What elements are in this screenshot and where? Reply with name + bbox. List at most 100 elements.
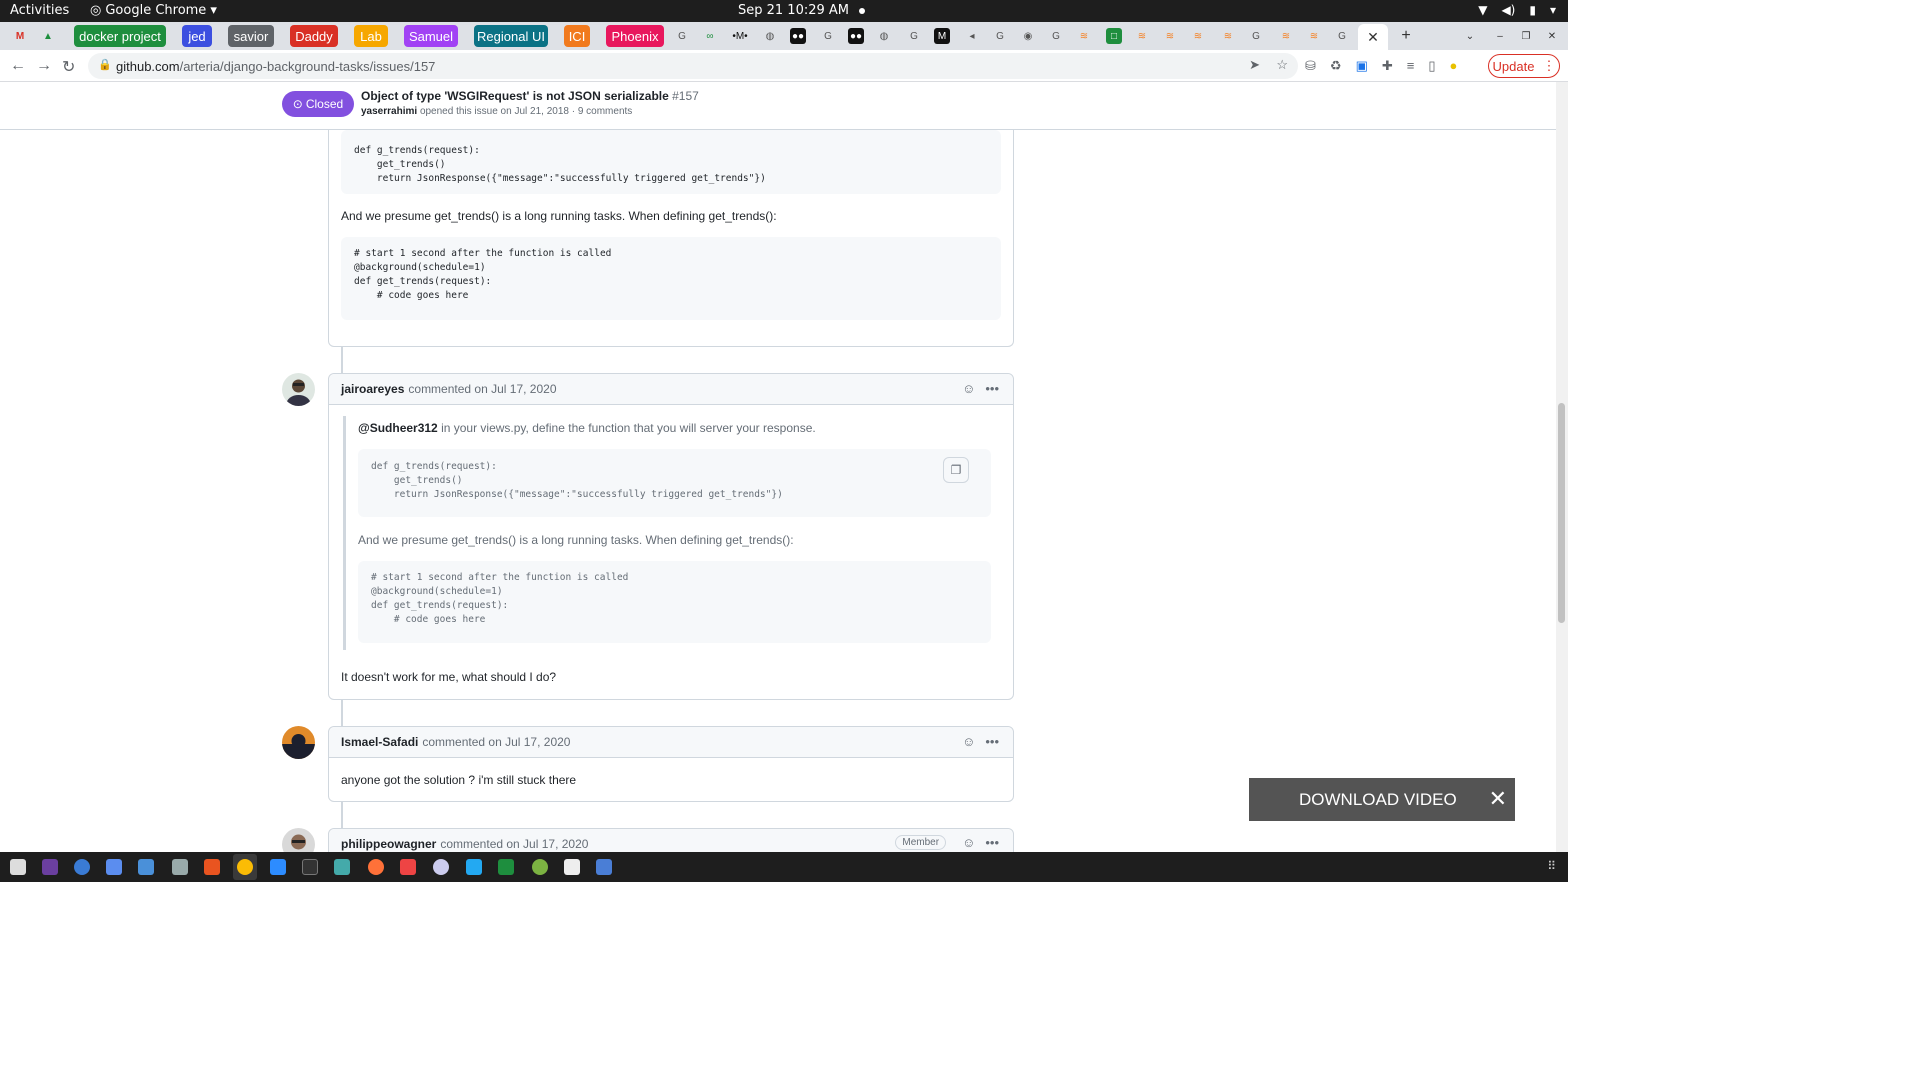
url-field[interactable]: 🔒 github.com/arteria/django-background-t… [88, 53, 1298, 79]
vscode-icon[interactable] [466, 859, 482, 875]
drive-icon[interactable]: ▲ [40, 28, 56, 44]
reload-icon[interactable]: ↻ [62, 57, 75, 77]
comment-timestamp[interactable]: commented on Jul 17, 2020 [422, 735, 570, 749]
emoji-reaction-icon[interactable]: ☺ [962, 734, 975, 749]
extension-badge-icon[interactable]: ▣ [1356, 58, 1368, 74]
scrollbar-thumb[interactable] [1558, 403, 1565, 623]
bookmark-docker-project[interactable]: docker project [74, 25, 166, 47]
google-icon[interactable]: G [906, 28, 922, 44]
avatar[interactable] [282, 828, 315, 852]
new-tab-icon[interactable]: + [1398, 27, 1414, 44]
files-icon[interactable] [10, 859, 26, 875]
app-menu[interactable]: ◎ Google Chrome ▾ [90, 3, 217, 18]
bookmark-regional-ui[interactable]: Regional UI [474, 25, 548, 47]
software-center-icon[interactable] [204, 859, 220, 875]
globe-icon[interactable]: ◍ [762, 28, 778, 44]
medium-tab-icon[interactable]: ●● [848, 28, 864, 44]
send-icon[interactable]: ➤ [1249, 57, 1260, 73]
chrome-icon[interactable] [237, 859, 253, 875]
bookmark-jed[interactable]: jed [182, 25, 212, 47]
bookmark-star-icon[interactable]: ☆ [1276, 57, 1288, 73]
google-icon[interactable]: G [992, 28, 1008, 44]
stackoverflow-icon[interactable]: ≋ [1306, 28, 1322, 44]
google-icon[interactable]: G [820, 28, 836, 44]
google-icon[interactable]: G [1248, 28, 1264, 44]
system-tray[interactable]: ▼ ◀) ▮ ▾ [1478, 3, 1556, 17]
puzzle-icon[interactable]: ✚ [1382, 58, 1393, 74]
avatar[interactable] [282, 373, 315, 406]
medium-tab-icon[interactable]: ●● [790, 28, 806, 44]
minimize-icon[interactable]: – [1492, 28, 1508, 44]
terminal-icon[interactable] [302, 859, 318, 875]
app-icon[interactable] [334, 859, 350, 875]
bookmark-ici[interactable]: ICI [564, 25, 590, 47]
more-horizontal-icon[interactable]: ••• [985, 835, 999, 850]
emoji-reaction-icon[interactable]: ☺ [962, 381, 975, 396]
user-mention[interactable]: @Sudheer312 [358, 421, 438, 435]
comment-author[interactable]: Ismael-Safadi [341, 735, 418, 749]
bookmark-samuel[interactable]: Samuel [404, 25, 458, 47]
close-window-icon[interactable]: ✕ [1544, 28, 1560, 44]
comment-timestamp[interactable]: commented on Jul 17, 2020 [440, 837, 588, 851]
show-apps-icon[interactable]: ⠿ [1547, 859, 1556, 873]
github-icon[interactable]: ◉ [1020, 28, 1036, 44]
comment-author[interactable]: philippeowagner [341, 837, 436, 851]
restore-icon[interactable]: ❐ [1518, 28, 1534, 44]
database-icon[interactable] [172, 859, 188, 875]
gmail-icon[interactable]: M [12, 28, 28, 44]
google-icon[interactable]: G [1334, 28, 1350, 44]
stackoverflow-icon[interactable]: ≋ [1220, 28, 1236, 44]
stackoverflow-icon[interactable]: ≋ [1190, 28, 1206, 44]
reading-list-icon[interactable]: ≡ [1407, 58, 1415, 74]
globe-icon[interactable]: ◍ [876, 28, 892, 44]
document-icon[interactable] [138, 859, 154, 875]
app-icon[interactable] [596, 859, 612, 875]
bookmark-daddy[interactable]: Daddy [290, 25, 338, 47]
stackoverflow-icon[interactable]: ≋ [1134, 28, 1150, 44]
app-icon[interactable] [564, 859, 580, 875]
forward-icon[interactable]: → [36, 57, 52, 75]
app-icon[interactable] [532, 859, 548, 875]
app-icon[interactable] [433, 859, 449, 875]
comment-timestamp[interactable]: commented on Jul 17, 2020 [408, 382, 556, 396]
copy-icon[interactable]: ❐ [943, 457, 969, 483]
clock[interactable]: Sep 21 10:29 AM [738, 3, 866, 18]
stackoverflow-icon[interactable]: ≋ [1162, 28, 1178, 44]
app-icon[interactable] [400, 859, 416, 875]
extension-icon[interactable]: ♻ [1330, 58, 1342, 74]
issue-title[interactable]: Object of type 'WSGIRequest' is not JSON… [361, 89, 699, 103]
profile-icon[interactable]: ● [1450, 58, 1458, 74]
active-tab[interactable]: ✕ [1358, 24, 1388, 50]
app-icon[interactable] [498, 859, 514, 875]
tab-search-icon[interactable]: ⌄ [1462, 28, 1478, 44]
medium-icon[interactable]: •M• [732, 28, 748, 44]
medium-m-icon[interactable]: M [934, 28, 950, 44]
bookmark-phoenix[interactable]: Phoenix [606, 25, 664, 47]
download-video-overlay[interactable]: DOWNLOAD VIDEO ✕ [1249, 778, 1515, 821]
extension-icon[interactable]: ⛁ [1305, 58, 1316, 74]
help-icon[interactable] [74, 859, 90, 875]
bookmark-savior[interactable]: savior [228, 25, 274, 47]
speaker-icon[interactable]: ◂ [964, 28, 980, 44]
more-horizontal-icon[interactable]: ••• [985, 734, 999, 749]
emoji-reaction-icon[interactable]: ☺ [962, 835, 975, 850]
app-icon[interactable] [106, 859, 122, 875]
infinity-icon[interactable]: ∞ [702, 28, 718, 44]
back-icon[interactable]: ← [10, 57, 26, 75]
postman-icon[interactable] [368, 859, 384, 875]
comment-author[interactable]: jairoareyes [341, 382, 404, 396]
zoom-icon[interactable] [270, 859, 286, 875]
more-horizontal-icon[interactable]: ••• [985, 381, 999, 396]
lock-icon[interactable]: 🔒 [98, 58, 112, 71]
close-icon[interactable]: ✕ [1489, 786, 1507, 812]
avatar[interactable] [282, 726, 315, 759]
bookmark-lab[interactable]: Lab [354, 25, 388, 47]
google-icon[interactable]: G [1048, 28, 1064, 44]
app-icon[interactable] [42, 859, 58, 875]
issue-author[interactable]: yaserrahimi [361, 106, 417, 117]
stackoverflow-icon[interactable]: ≋ [1076, 28, 1092, 44]
google-icon[interactable]: G [674, 28, 690, 44]
side-panel-icon[interactable]: ▯ [1428, 58, 1435, 74]
green-app-icon[interactable]: □ [1106, 28, 1122, 44]
stackoverflow-icon[interactable]: ≋ [1278, 28, 1294, 44]
